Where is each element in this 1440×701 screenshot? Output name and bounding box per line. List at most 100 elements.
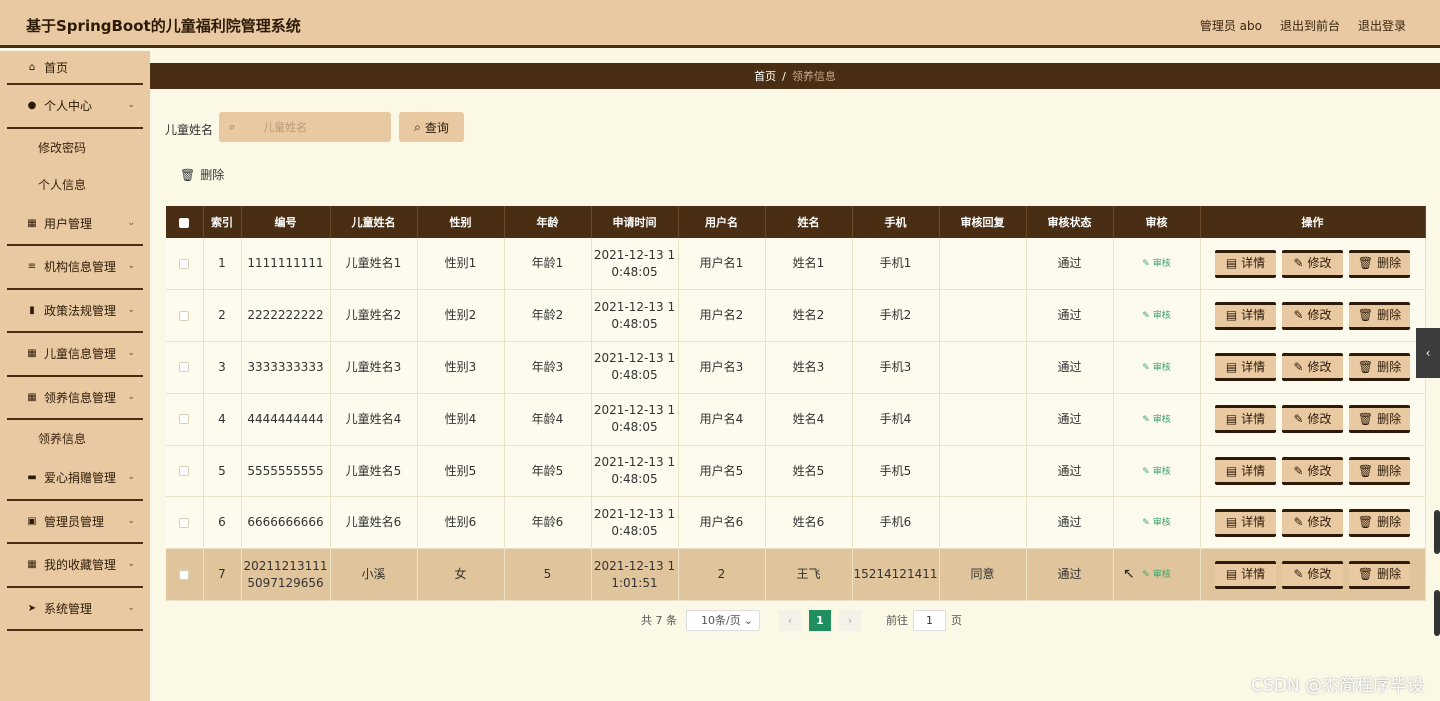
- sidebar-subitem-password[interactable]: 修改密码: [0, 129, 150, 166]
- cell-audit[interactable]: ✎ 审核: [1113, 341, 1201, 394]
- audit-link[interactable]: ✎ 审核: [1142, 415, 1170, 425]
- delete-button[interactable]: 🗑 删除: [1349, 301, 1410, 330]
- cell-gender: 性别4: [417, 393, 505, 446]
- prev-page-button[interactable]: ‹: [779, 609, 801, 631]
- select-all-checkbox[interactable]: [179, 217, 190, 228]
- cell-index: 6: [203, 496, 242, 550]
- row-checkbox-cell[interactable]: [166, 548, 204, 602]
- logout-link[interactable]: 退出登录: [1358, 17, 1406, 34]
- edit-button[interactable]: ✎ 修改: [1282, 249, 1343, 278]
- row-checkbox[interactable]: [179, 414, 190, 425]
- trash-icon: 🗑: [1357, 567, 1374, 582]
- sidebar-item-policy[interactable]: ▮ 政策法规管理 ⌄: [7, 290, 143, 333]
- select-all-cell[interactable]: [166, 206, 204, 238]
- goto-label: 前往: [886, 614, 908, 627]
- cell-name: 王飞: [765, 548, 853, 602]
- side-collapse-tab[interactable]: ‹: [1416, 328, 1440, 378]
- edit-icon: ✎: [1293, 567, 1304, 582]
- row-checkbox-cell[interactable]: [166, 496, 204, 550]
- batch-delete-button[interactable]: 🗑 删除: [180, 166, 224, 183]
- row-checkbox-cell[interactable]: [166, 393, 204, 446]
- column-header: 手机: [852, 206, 940, 238]
- audit-link[interactable]: ✎ 审核: [1142, 259, 1170, 269]
- detail-button[interactable]: ▤ 详情: [1215, 457, 1276, 486]
- cell-child-name: 小溪: [330, 548, 418, 602]
- row-checkbox-cell[interactable]: [166, 341, 204, 394]
- chevron-down-icon: ⌄: [127, 348, 135, 358]
- cell-audit[interactable]: ✎ 审核: [1113, 238, 1201, 291]
- row-checkbox-cell[interactable]: [166, 445, 204, 498]
- sidebar-item-children[interactable]: ▦ 儿童信息管理 ⌄: [7, 333, 143, 377]
- cell-audit[interactable]: ✎ 审核: [1113, 289, 1201, 343]
- row-checkbox[interactable]: [179, 569, 190, 580]
- cell-audit[interactable]: ✎ 审核: [1113, 393, 1201, 446]
- delete-label: 删除: [1377, 515, 1402, 530]
- detail-label: 详情: [1241, 515, 1266, 530]
- audit-link[interactable]: ✎ 审核: [1142, 311, 1170, 321]
- sidebar-item-institution[interactable]: ≡ 机构信息管理 ⌄: [7, 246, 143, 290]
- edit-button[interactable]: ✎ 修改: [1282, 508, 1343, 537]
- audit-link[interactable]: ✎ 审核: [1142, 363, 1170, 373]
- delete-button[interactable]: 🗑 删除: [1349, 353, 1410, 382]
- delete-label: 删除: [1377, 567, 1402, 582]
- cell-child-name: 儿童姓名1: [330, 238, 418, 291]
- audit-label: 审核: [1152, 518, 1171, 529]
- row-checkbox[interactable]: [179, 466, 190, 477]
- edit-button[interactable]: ✎ 修改: [1282, 301, 1343, 330]
- breadcrumb-home[interactable]: 首页: [754, 68, 776, 84]
- edit-label: 修改: [1307, 411, 1332, 426]
- next-page-button[interactable]: ›: [839, 609, 861, 631]
- delete-button[interactable]: 🗑 删除: [1349, 249, 1410, 278]
- detail-button[interactable]: ▤ 详情: [1215, 508, 1276, 537]
- edit-button[interactable]: ✎ 修改: [1282, 353, 1343, 382]
- edit-icon: ✎: [1142, 311, 1153, 322]
- cell-code: 1111111111: [241, 238, 331, 291]
- row-checkbox[interactable]: [179, 310, 190, 321]
- scrollbar-thumb[interactable]: [1434, 510, 1440, 554]
- row-checkbox[interactable]: [179, 362, 190, 373]
- search-input[interactable]: ⌕ 儿童姓名: [219, 112, 391, 142]
- detail-button[interactable]: ▤ 详情: [1215, 353, 1276, 382]
- goto-page-input[interactable]: 1: [913, 609, 946, 631]
- sidebar-item-system[interactable]: ➤ 系统管理 ⌄: [7, 588, 143, 631]
- sidebar-item-favorites[interactable]: ▦ 我的收藏管理 ⌄: [7, 544, 143, 588]
- scrollbar-thumb-lower[interactable]: [1434, 590, 1440, 636]
- detail-button[interactable]: ▤ 详情: [1215, 249, 1276, 278]
- cell-audit[interactable]: ✎ 审核: [1113, 496, 1201, 550]
- detail-button[interactable]: ▤ 详情: [1215, 560, 1276, 589]
- detail-button[interactable]: ▤ 详情: [1215, 301, 1276, 330]
- detail-label: 详情: [1241, 567, 1266, 582]
- sidebar-item-adoption[interactable]: ▦ 领养信息管理 ⌄: [7, 377, 143, 420]
- edit-button[interactable]: ✎ 修改: [1282, 457, 1343, 486]
- row-checkbox-cell[interactable]: [166, 238, 204, 291]
- page-button-current[interactable]: 1: [809, 609, 831, 631]
- sidebar-subitem-profile[interactable]: 个人信息: [0, 166, 150, 203]
- edit-button[interactable]: ✎ 修改: [1282, 560, 1343, 589]
- delete-button[interactable]: 🗑 删除: [1349, 560, 1410, 589]
- cell-gender: 性别5: [417, 445, 505, 498]
- delete-button[interactable]: 🗑 删除: [1349, 405, 1410, 434]
- to-front-link[interactable]: 退出到前台: [1280, 17, 1340, 34]
- delete-button[interactable]: 🗑 删除: [1349, 508, 1410, 537]
- search-button[interactable]: ⌕ 查询: [399, 112, 464, 142]
- row-checkbox[interactable]: [179, 517, 190, 528]
- audit-link[interactable]: ✎ 审核: [1142, 518, 1170, 528]
- sidebar-item-donation[interactable]: ▬ 爱心捐赠管理 ⌄: [7, 457, 143, 501]
- audit-link[interactable]: ✎ 审核: [1142, 467, 1170, 477]
- sidebar-item-personal[interactable]: ● 个人中心 ⌄: [7, 85, 143, 129]
- app-title: 基于SpringBoot的儿童福利院管理系统: [26, 17, 301, 35]
- cell-audit[interactable]: ✎ 审核: [1113, 445, 1201, 498]
- row-checkbox[interactable]: [179, 258, 190, 269]
- audit-link[interactable]: ✎ 审核: [1142, 570, 1170, 580]
- delete-button[interactable]: 🗑 删除: [1349, 457, 1410, 486]
- sidebar-item-admin[interactable]: ▣ 管理员管理 ⌄: [7, 501, 143, 544]
- cell-child-name: 儿童姓名6: [330, 496, 418, 550]
- detail-button[interactable]: ▤ 详情: [1215, 405, 1276, 434]
- sidebar-subitem-adoption-info[interactable]: 领养信息: [0, 420, 150, 457]
- sidebar-item-home[interactable]: ⌂ 首页: [7, 51, 143, 85]
- sidebar-item-users[interactable]: ▦ 用户管理 ⌄: [7, 203, 143, 246]
- page-size-select[interactable]: 10条/页 ⌄: [686, 609, 760, 631]
- edit-button[interactable]: ✎ 修改: [1282, 405, 1343, 434]
- row-checkbox-cell[interactable]: [166, 289, 204, 343]
- cell-username: 用户名3: [678, 341, 766, 394]
